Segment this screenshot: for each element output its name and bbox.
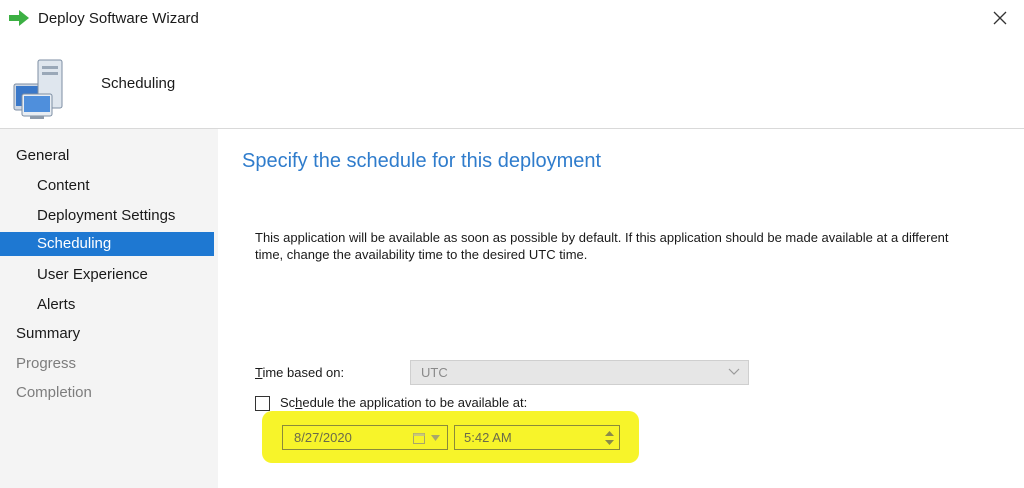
spin-up-icon[interactable] <box>603 428 616 438</box>
nav-item-alerts[interactable]: Alerts <box>0 293 214 317</box>
time-based-on-label-rest: ime based on: <box>262 365 345 380</box>
close-icon <box>993 11 1007 25</box>
close-button[interactable] <box>980 2 1020 34</box>
main-panel: Specify the schedule for this deployment… <box>218 129 1024 488</box>
time-based-on-label: Time based on: <box>255 365 344 380</box>
nav-item-user-experience[interactable]: User Experience <box>0 263 214 287</box>
nav-item-scheduling[interactable]: Scheduling <box>0 232 214 256</box>
calendar-icon <box>413 433 425 444</box>
date-value: 8/27/2020 <box>294 430 352 445</box>
time-picker[interactable]: 5:42 AM <box>454 425 620 450</box>
nav-item-summary[interactable]: Summary <box>0 322 214 346</box>
nav-item-general[interactable]: General <box>0 144 214 168</box>
wizard-header: Scheduling <box>0 38 1024 129</box>
date-picker[interactable]: 8/27/2020 <box>282 425 448 450</box>
chevron-down-icon <box>431 435 440 441</box>
time-based-on-value: UTC <box>421 365 448 380</box>
chevron-down-icon <box>728 368 740 375</box>
nav-item-content[interactable]: Content <box>0 174 214 198</box>
nav-item-deployment-settings[interactable]: Deployment Settings <box>0 204 214 228</box>
computer-icon <box>13 59 63 119</box>
schedule-label-pre: Sc <box>280 395 296 410</box>
time-based-on-select[interactable]: UTC <box>410 360 749 385</box>
spin-down-icon[interactable] <box>603 438 616 448</box>
page-heading: Specify the schedule for this deployment <box>242 150 602 172</box>
schedule-checkbox-label[interactable]: Schedule the application to be available… <box>280 395 527 410</box>
wizard-nav: General Content Deployment Settings Sche… <box>0 129 218 488</box>
nav-item-completion: Completion <box>16 384 92 401</box>
time-value: 5:42 AM <box>464 430 512 445</box>
schedule-label-rest: edule the application to be available at… <box>302 395 528 410</box>
header-title: Scheduling <box>101 75 176 92</box>
window-title: Deploy Software Wizard <box>38 10 199 27</box>
green-arrow-icon <box>9 10 29 26</box>
schedule-checkbox[interactable] <box>255 396 270 411</box>
schedule-description: This application will be available as so… <box>255 230 949 262</box>
title-bar: Deploy Software Wizard <box>0 0 1024 38</box>
nav-item-progress: Progress <box>16 355 77 372</box>
